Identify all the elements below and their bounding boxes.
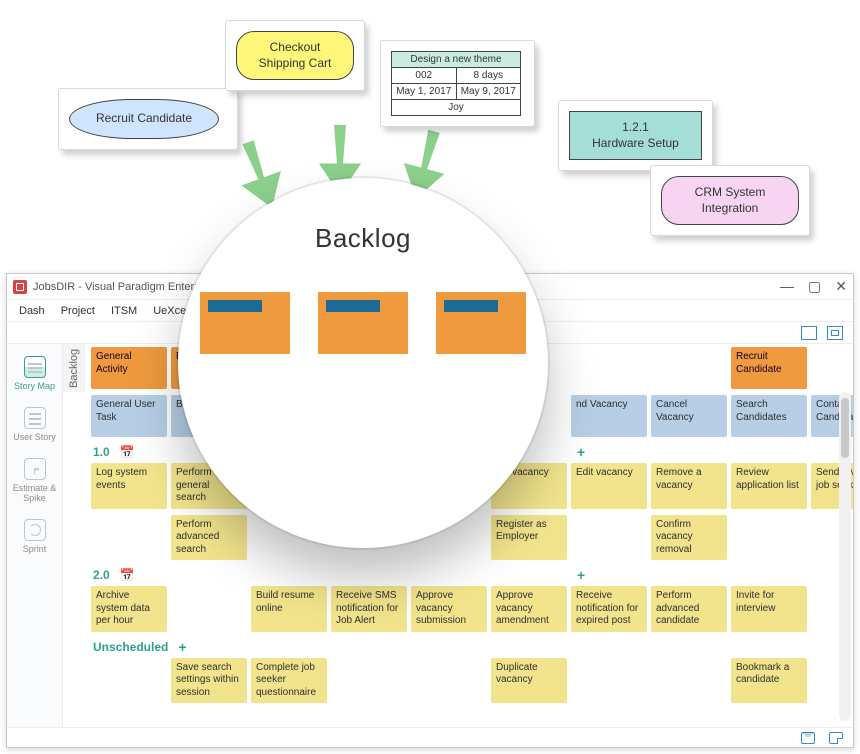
user-story-icon [24, 407, 46, 429]
table-header: Design a new theme [392, 52, 521, 68]
rail-story-map[interactable]: Story Map [7, 350, 62, 397]
version-bar-2-0[interactable]: 2.0 📅 + [63, 563, 853, 583]
cell: May 9, 2017 [456, 84, 521, 100]
story-card[interactable]: Register as Employer [491, 515, 567, 561]
story-card[interactable]: Duplicate vacancy [491, 658, 567, 704]
cell: 002 [392, 68, 457, 84]
unscheduled-row1: Save search settings within sessionCompl… [63, 655, 853, 707]
story-card[interactable]: Log system events [91, 463, 167, 509]
story-card[interactable]: Perform advanced search [171, 515, 247, 561]
rail-label: Sprint [9, 544, 60, 554]
text: 1.2.1 [622, 120, 649, 134]
story-grid: Perform advanced search Register as Emplo… [85, 512, 853, 564]
story-card[interactable]: Receive SMS notification for Job Alert [331, 586, 407, 632]
calendar-icon[interactable]: 📅 [120, 568, 135, 582]
version-bar-unscheduled[interactable]: Unscheduled + [63, 635, 853, 655]
backlog-card-icon [436, 292, 526, 354]
text: Checkout [270, 40, 321, 54]
maximize-button[interactable]: ▢ [808, 278, 821, 295]
mail-icon[interactable] [801, 732, 815, 744]
version-label: Unscheduled [93, 640, 168, 654]
backlog-gutter-label: Backlog [63, 344, 85, 392]
story-card[interactable]: Save search settings within session [171, 658, 247, 704]
rail-label: Story Map [9, 381, 60, 391]
menu-dash[interactable]: Dash [19, 305, 45, 317]
menu-itsm[interactable]: ITSM [111, 305, 137, 317]
close-button[interactable]: ✕ [835, 278, 847, 295]
magnifier-cards [178, 292, 548, 354]
backlog-magnifier: Backlog [178, 178, 548, 548]
rail-label: Estimate & Spike [9, 483, 60, 503]
vertical-scrollbar[interactable] [839, 392, 851, 721]
card-label: Checkout Shipping Cart [236, 31, 354, 80]
story-card[interactable]: General Activity [91, 347, 167, 389]
card-hardware-setup: 1.2.1 Hardware Setup [558, 100, 713, 171]
story-card[interactable]: Search Candidates [731, 395, 807, 437]
story-card[interactable]: Archive system data per hour [91, 586, 167, 632]
clock-icon [24, 458, 46, 480]
rail-sprint[interactable]: Sprint [7, 513, 62, 560]
rail-estimate-spike[interactable]: Estimate & Spike [7, 452, 62, 509]
story-grid: Save search settings within sessionCompl… [85, 655, 853, 707]
layout-button-a-icon[interactable] [801, 326, 817, 340]
backlog-card-icon [200, 292, 290, 354]
layout-button-b-icon[interactable] [827, 326, 843, 340]
story-card[interactable]: General User Task [91, 395, 167, 437]
story-grid: Archive system data per hour Build resume… [85, 583, 853, 635]
v20-row1: Archive system data per hour Build resume… [63, 583, 853, 635]
story-card[interactable]: Confirm vacancy removal [651, 515, 727, 561]
card-design-theme: Design a new theme 0028 days May 1, 2017… [380, 40, 535, 127]
text: CRM System [695, 185, 766, 199]
cell: May 1, 2017 [392, 84, 457, 100]
version-label: 2.0 [93, 568, 110, 582]
story-card[interactable]: nd Vacancy [571, 395, 647, 437]
card-checkout: Checkout Shipping Cart [225, 20, 365, 91]
left-rail: Story Map User Story Estimate & Spike Sp… [7, 344, 63, 727]
cell: 8 days [456, 68, 521, 84]
text: Hardware Setup [592, 136, 679, 150]
story-card[interactable]: Recruit Candidate [731, 347, 807, 389]
add-button[interactable]: + [577, 444, 585, 460]
card-crm-integration: CRM System Integration [650, 165, 810, 236]
rail-label: User Story [9, 432, 60, 442]
story-card[interactable]: Bookmark a candidate [731, 658, 807, 704]
rail-user-story[interactable]: User Story [7, 401, 62, 448]
story-card[interactable]: Perform advanced candidate [651, 586, 727, 632]
story-card[interactable]: Receive notification for expired post [571, 586, 647, 632]
card-label: 1.2.1 Hardware Setup [569, 111, 702, 160]
card-recruit-candidate: Recruit Candidate [58, 88, 238, 150]
theme-table: Design a new theme 0028 days May 1, 2017… [391, 51, 521, 116]
story-card[interactable]: Cancel Vacancy [651, 395, 727, 437]
card-label: CRM System Integration [661, 176, 799, 225]
window-controls: — ▢ ✕ [780, 278, 847, 295]
card-label: Recruit Candidate [69, 99, 219, 139]
sprint-icon [24, 519, 46, 541]
version-label: 1.0 [93, 445, 110, 459]
add-button[interactable]: + [577, 567, 585, 583]
add-button[interactable]: + [178, 639, 186, 655]
window-title: JobsDIR - Visual Paradigm Enterprise [33, 281, 218, 293]
story-card[interactable]: Approve vacancy amendment [491, 586, 567, 632]
story-card[interactable]: Review application list [731, 463, 807, 509]
note-icon[interactable] [829, 732, 843, 744]
calendar-icon[interactable]: 📅 [120, 445, 135, 459]
story-card[interactable]: Build resume online [251, 586, 327, 632]
cell: Joy [392, 100, 521, 116]
text: Shipping Cart [259, 56, 332, 70]
text: Integration [702, 201, 759, 215]
app-icon [13, 280, 27, 294]
story-card[interactable]: Complete job seeker questionnaire [251, 658, 327, 704]
minimize-button[interactable]: — [780, 278, 794, 295]
status-bar [7, 727, 853, 747]
story-card[interactable]: Approve vacancy submission [411, 586, 487, 632]
story-card[interactable]: Edit vacancy [571, 463, 647, 509]
story-card[interactable]: Invite for interview [731, 586, 807, 632]
menu-project[interactable]: Project [61, 305, 95, 317]
backlog-card-icon [318, 292, 408, 354]
story-card[interactable]: Remove a vacancy [651, 463, 727, 509]
story-map-icon [24, 356, 46, 378]
